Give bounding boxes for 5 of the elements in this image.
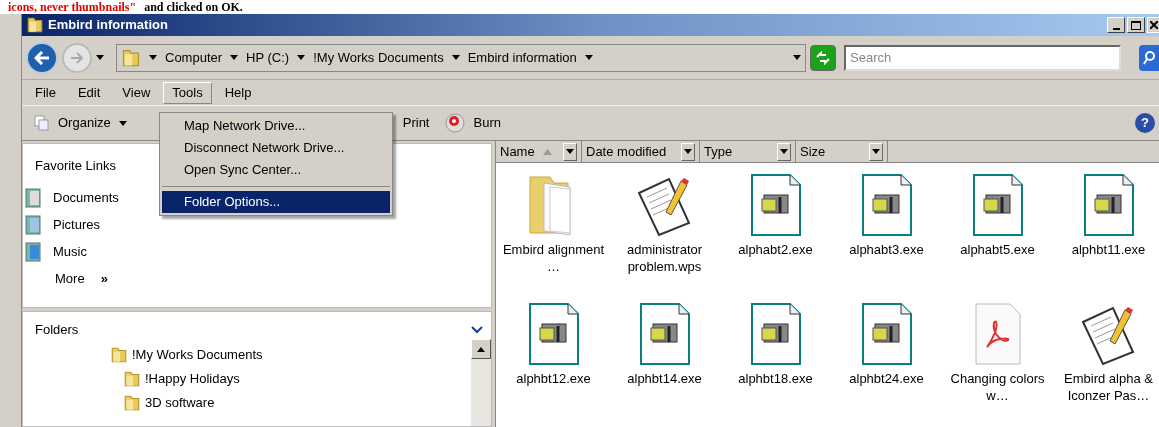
window-title: Embird information: [48, 16, 168, 35]
pane-heading: Folders: [35, 321, 79, 340]
caption-text: and clicked on OK.: [144, 0, 243, 14]
pane-heading: Favorite Links: [35, 157, 116, 175]
caption-text: icons, never thumbnails": [8, 0, 137, 14]
